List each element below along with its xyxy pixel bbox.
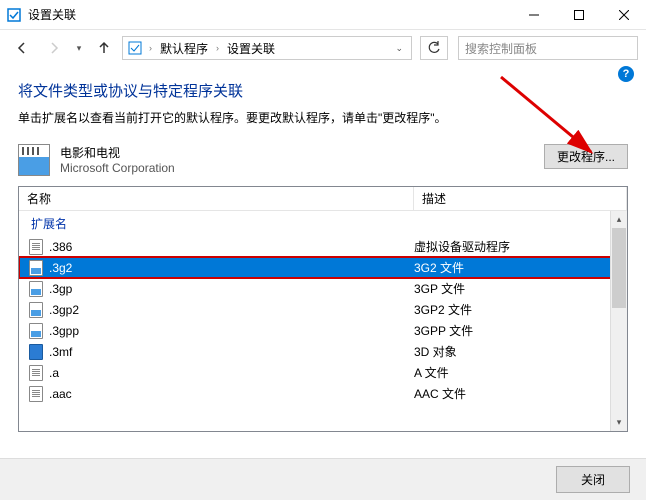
ext-name: .3mf	[49, 345, 414, 359]
ext-desc: 3GP 文件	[414, 280, 627, 297]
content-area: 将文件类型或协议与特定程序关联 单击扩展名以查看当前打开它的默认程序。要更改默认…	[0, 66, 646, 432]
ext-desc: 3GPP 文件	[414, 322, 627, 339]
ext-desc: 虚拟设备驱动程序	[414, 238, 627, 255]
footer: 关闭	[0, 458, 646, 500]
chevron-right-icon: ›	[212, 43, 223, 53]
ext-name: .3gp	[49, 282, 414, 296]
page-title: 将文件类型或协议与特定程序关联	[18, 80, 628, 101]
close-button[interactable]: 关闭	[556, 466, 630, 493]
table-row[interactable]: .3g23G2 文件	[19, 257, 627, 278]
search-placeholder: 搜索控制面板	[465, 40, 537, 57]
file-icon	[27, 260, 45, 276]
table-row[interactable]: .3mf3D 对象	[19, 341, 627, 362]
file-icon	[27, 386, 45, 402]
ext-name: .a	[49, 366, 414, 380]
scroll-down-button[interactable]: ▾	[611, 414, 627, 431]
scroll-up-button[interactable]: ▴	[611, 211, 627, 228]
up-button[interactable]	[90, 34, 118, 62]
ext-name: .3gpp	[49, 324, 414, 338]
breadcrumb-item[interactable]: 设置关联	[225, 40, 277, 57]
app-name: 电影和电视	[60, 144, 544, 161]
history-dropdown[interactable]: ▾	[72, 38, 86, 58]
ext-desc: 3G2 文件	[414, 259, 627, 276]
app-icon	[6, 7, 22, 23]
table-row[interactable]: .aA 文件	[19, 362, 627, 383]
address-bar[interactable]: › 默认程序 › 设置关联 ⌄	[122, 36, 412, 60]
table-row[interactable]: .aacAAC 文件	[19, 383, 627, 404]
back-button[interactable]	[8, 34, 36, 62]
navbar: ▾ › 默认程序 › 设置关联 ⌄ 搜索控制面板	[0, 30, 646, 66]
app-vendor: Microsoft Corporation	[60, 161, 544, 175]
search-input[interactable]: 搜索控制面板	[458, 36, 638, 60]
app-large-icon	[18, 144, 50, 176]
ext-name: .3g2	[49, 261, 414, 275]
ext-desc: 3GP2 文件	[414, 301, 627, 318]
file-icon	[27, 344, 45, 360]
file-icon	[27, 239, 45, 255]
titlebar: 设置关联	[0, 0, 646, 30]
file-icon	[27, 323, 45, 339]
ext-name: .3gp2	[49, 303, 414, 317]
extensions-listview: 名称 描述 扩展名 .386虚拟设备驱动程序.3g23G2 文件.3gp3GP …	[18, 186, 628, 432]
minimize-button[interactable]	[511, 0, 556, 30]
scroll-thumb[interactable]	[612, 228, 626, 308]
change-program-button[interactable]: 更改程序...	[544, 144, 628, 169]
close-window-button[interactable]	[601, 0, 646, 30]
group-header: 扩展名	[19, 211, 627, 236]
default-app-row: 电影和电视 Microsoft Corporation 更改程序...	[18, 144, 628, 176]
help-icon[interactable]: ?	[618, 66, 634, 82]
ext-desc: A 文件	[414, 364, 627, 381]
table-row[interactable]: .3gpp3GPP 文件	[19, 320, 627, 341]
list-header: 名称 描述	[19, 187, 627, 211]
ext-desc: AAC 文件	[414, 385, 627, 402]
column-name[interactable]: 名称	[19, 187, 414, 210]
file-icon	[27, 281, 45, 297]
file-icon	[27, 365, 45, 381]
forward-button[interactable]	[40, 34, 68, 62]
ext-name: .386	[49, 240, 414, 254]
maximize-button[interactable]	[556, 0, 601, 30]
list-body: 扩展名 .386虚拟设备驱动程序.3g23G2 文件.3gp3GP 文件.3gp…	[19, 211, 627, 431]
window-title: 设置关联	[28, 6, 511, 23]
table-row[interactable]: .3gp3GP 文件	[19, 278, 627, 299]
page-description: 单击扩展名以查看当前打开它的默认程序。要更改默认程序，请单击"更改程序"。	[18, 109, 628, 126]
file-icon	[27, 302, 45, 318]
location-icon	[127, 40, 143, 56]
ext-desc: 3D 对象	[414, 343, 627, 360]
column-desc[interactable]: 描述	[414, 187, 627, 210]
chevron-right-icon: ›	[145, 43, 156, 53]
breadcrumb-item[interactable]: 默认程序	[158, 40, 210, 57]
address-dropdown[interactable]: ⌄	[391, 43, 407, 54]
refresh-button[interactable]	[420, 36, 448, 60]
table-row[interactable]: .386虚拟设备驱动程序	[19, 236, 627, 257]
ext-name: .aac	[49, 387, 414, 401]
table-row[interactable]: .3gp23GP2 文件	[19, 299, 627, 320]
scrollbar[interactable]: ▴ ▾	[610, 211, 627, 431]
